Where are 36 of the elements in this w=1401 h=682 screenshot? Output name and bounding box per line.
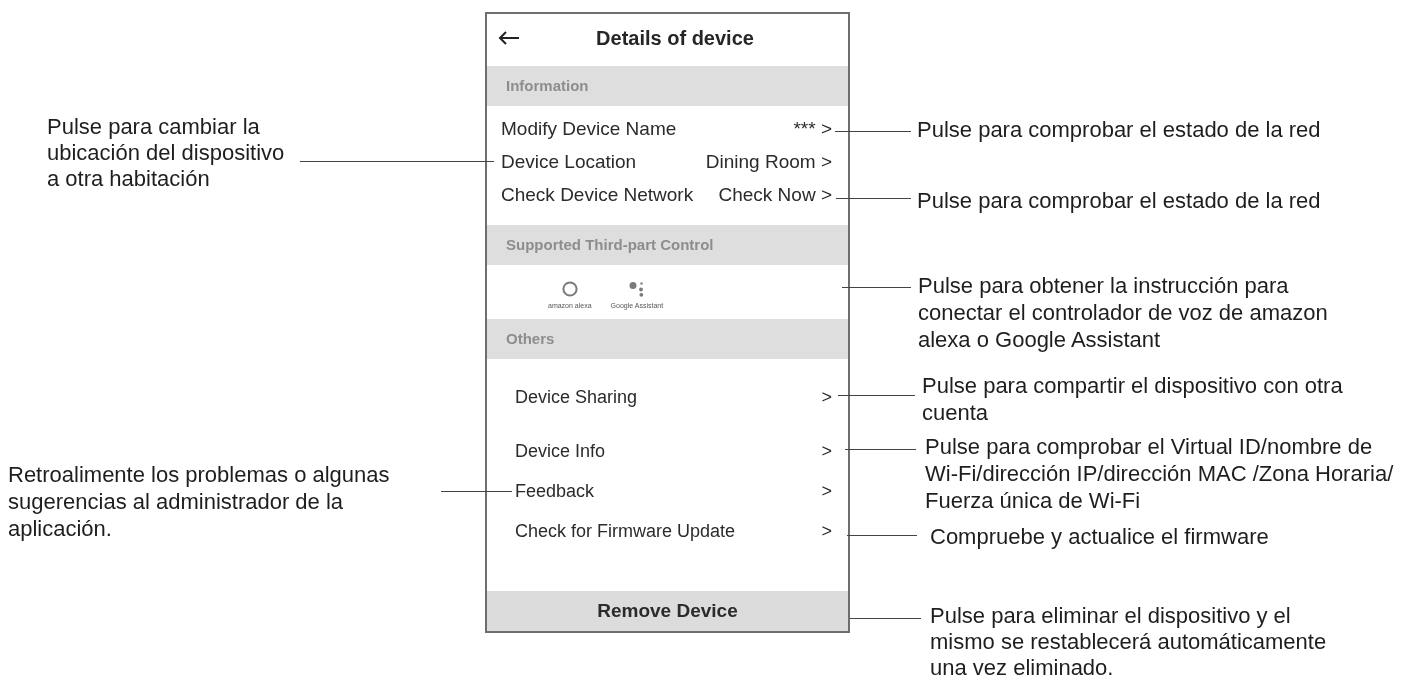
annotation-text: Retroalimente los problemas o algunas sugerencias al administrador de la aplicación. xyxy=(8,461,390,542)
setting-value[interactable]: Check Now > xyxy=(718,181,832,210)
leader-line xyxy=(441,491,512,492)
leader-line xyxy=(845,449,916,450)
menu-item[interactable]: Check for Firmware Update xyxy=(515,517,736,545)
remove-device-button[interactable]: Remove Device xyxy=(487,591,848,631)
leader-line xyxy=(850,618,921,619)
menu-item[interactable]: Device Sharing xyxy=(515,383,638,411)
ring-icon xyxy=(561,281,578,297)
setting-label[interactable]: Device Location xyxy=(501,148,637,177)
setting-label[interactable]: Check Device Network xyxy=(501,181,694,210)
setting-value[interactable]: Dining Room > xyxy=(705,148,832,177)
annotation-text: Pulse para comprobar el estado de la red xyxy=(917,187,1321,214)
dots-icon xyxy=(628,281,645,297)
chevron[interactable]: > xyxy=(821,477,832,505)
chevron[interactable]: > xyxy=(821,517,832,545)
menu-item[interactable]: Feedback xyxy=(515,477,595,505)
section-header: Others xyxy=(487,319,848,359)
annotation-text: Pulse para eliminar el dispositivo y el mismo se restablecerá automáticamente una vez eliminado. xyxy=(930,603,1327,681)
leader-line xyxy=(847,535,917,536)
annotation-text: Compruebe y actualice el firmware xyxy=(930,523,1269,550)
setting-value[interactable]: *** > xyxy=(793,115,832,144)
section-header: Supported Third-part Control xyxy=(487,225,848,265)
screen-title: Details of device xyxy=(595,26,755,51)
chevron[interactable]: > xyxy=(821,437,832,465)
menu-item[interactable]: Device Info xyxy=(515,437,606,465)
annotation-text: Pulse para cambiar la ubicación del dispositivo a otra habitación xyxy=(47,114,285,192)
back-arrow-icon[interactable] xyxy=(498,31,520,45)
annotation-text: Pulse para compartir el dispositivo con otra cuenta xyxy=(922,372,1343,426)
section-header: Information xyxy=(487,66,848,106)
annotation-text: Pulse para obtener la instrucción para conectar el controlador de voz de amazon alexa o Google Assistant xyxy=(918,272,1328,353)
chevron[interactable]: > xyxy=(821,383,832,411)
setting-label[interactable]: Modify Device Name xyxy=(501,115,677,144)
leader-line xyxy=(842,287,911,288)
annotation-text: Pulse para comprobar el Virtual ID/nombre de Wi-Fi/dirección IP/dirección MAC /Zona Horaria/ Fuerza única de Wi-Fi xyxy=(925,433,1394,514)
annotation-text: Pulse para comprobar el estado de la red xyxy=(917,116,1321,143)
